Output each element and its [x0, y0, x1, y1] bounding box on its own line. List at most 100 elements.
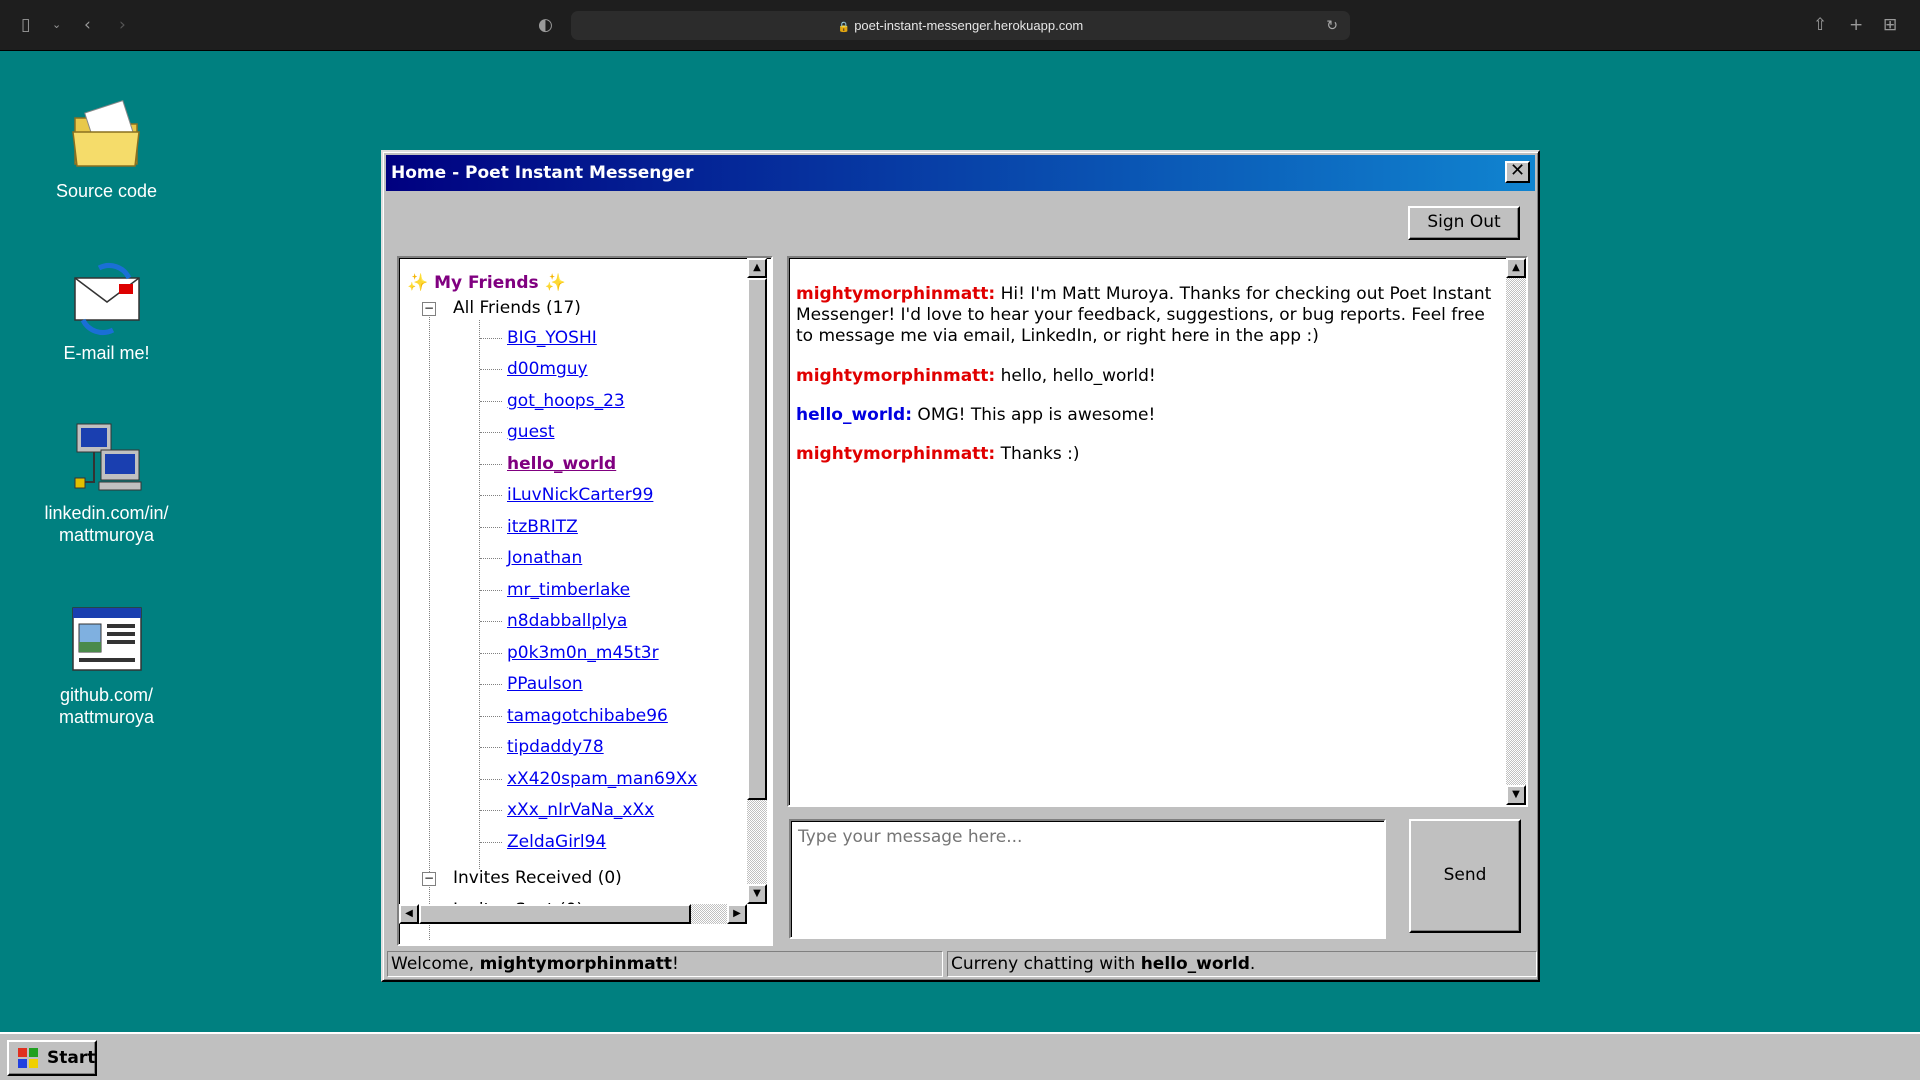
messenger-window: Home - Poet Instant Messenger ✕ Sign Out…	[381, 150, 1540, 982]
windows-logo-icon	[18, 1048, 38, 1068]
lock-icon: 🔒	[837, 22, 851, 33]
chat-message: mightymorphinmatt: Hi! I'm Matt Muroya. …	[796, 284, 1506, 347]
tree-branch	[480, 432, 502, 433]
privacy-shield-icon[interactable]: ◐	[538, 15, 553, 35]
status-chatting-suffix: .	[1249, 954, 1256, 974]
tree-branch	[480, 369, 502, 370]
start-label: Start	[47, 1048, 96, 1068]
forward-icon[interactable]: ›	[119, 15, 126, 35]
chat-log: mightymorphinmatt: Hi! I'm Matt Muroya. …	[787, 256, 1528, 807]
scroll-left-arrow-icon[interactable]: ◀	[399, 904, 419, 924]
chat-sender: hello_world:	[796, 405, 913, 425]
chat-text: OMG! This app is awesome!	[912, 405, 1156, 425]
friend-link[interactable]: guest	[507, 422, 555, 442]
tree-branch	[480, 747, 502, 748]
tree-branch	[480, 842, 502, 843]
tab-overview-icon[interactable]: ⊞	[1883, 15, 1897, 35]
chat-vertical-scrollbar[interactable]	[1506, 258, 1526, 805]
friend-link[interactable]: mr_timberlake	[507, 580, 630, 600]
friends-header: ✨ My Friends ✨	[407, 273, 566, 293]
friend-link[interactable]: tamagotchibabe96	[507, 706, 668, 726]
tree-branch	[480, 495, 502, 496]
chat-sender: mightymorphinmatt:	[796, 284, 996, 304]
friend-link[interactable]: xX420spam_man69Xx	[507, 769, 697, 789]
friend-link[interactable]: n8dabballplya	[507, 611, 627, 631]
share-icon[interactable]: ⇧	[1813, 15, 1827, 35]
chat-text: Thanks :)	[995, 444, 1080, 464]
status-chatting-prefix: Curreny chatting with	[951, 954, 1141, 974]
tree-branch	[480, 401, 502, 402]
sparkle-icon: ✨	[407, 273, 429, 293]
tree-branch	[480, 653, 502, 654]
status-welcome-suffix: !	[672, 954, 679, 974]
chevron-down-icon[interactable]: ⌄	[52, 15, 61, 35]
tree-branch	[480, 716, 502, 717]
chat-message: mightymorphinmatt: Thanks :)	[796, 444, 1506, 465]
scroll-down-arrow-icon[interactable]: ▼	[747, 884, 767, 904]
close-button[interactable]: ✕	[1505, 161, 1530, 183]
scrollbar-thumb[interactable]	[419, 904, 691, 924]
friend-link[interactable]: tipdaddy78	[507, 737, 604, 757]
email-icon	[73, 263, 140, 335]
desktop-icon-label: github.com/	[59, 685, 154, 705]
scroll-right-arrow-icon[interactable]: ▶	[727, 904, 747, 924]
chat-text: hello, hello_world!	[995, 366, 1156, 386]
new-tab-icon[interactable]: +	[1849, 15, 1863, 35]
start-button[interactable]: Start	[7, 1040, 97, 1076]
chat-message: mightymorphinmatt: hello, hello_world!	[796, 366, 1506, 387]
message-input[interactable]	[789, 819, 1386, 939]
desktop-icon-label: E-mail me!	[63, 343, 150, 363]
friend-link[interactable]: BIG_YOSHI	[507, 328, 597, 348]
friend-link[interactable]: Jonathan	[507, 548, 582, 568]
status-welcome: Welcome, mightymorphinmatt!	[387, 951, 943, 977]
friends-tree: ✨ My Friends ✨ − All Friends (17) BIG_YO…	[397, 256, 773, 946]
friend-link[interactable]: iLuvNickCarter99	[507, 485, 653, 505]
all-friends-group-label[interactable]: All Friends (17)	[453, 298, 581, 318]
window-titlebar[interactable]: Home - Poet Instant Messenger ✕	[386, 155, 1535, 191]
tree-branch	[480, 464, 502, 465]
url-text: poet-instant-messenger.herokuapp.com	[854, 18, 1084, 33]
collapse-toggle[interactable]: −	[422, 872, 436, 886]
scroll-up-arrow-icon[interactable]: ▲	[1506, 258, 1526, 278]
tree-branch	[480, 779, 502, 780]
status-username: mightymorphinmatt	[479, 954, 673, 974]
chat-message: hello_world: OMG! This app is awesome!	[796, 405, 1506, 426]
desktop-icon-label: linkedin.com/in/	[44, 503, 169, 523]
taskbar: Start	[0, 1032, 1920, 1080]
tree-branch	[480, 810, 502, 811]
sidebar-toggle-icon[interactable]: ▯	[21, 15, 30, 35]
address-bar[interactable]: 🔒 poet-instant-messenger.herokuapp.com ↻	[571, 11, 1350, 40]
tree-branch	[480, 527, 502, 528]
invites-received-label[interactable]: Invites Received (0)	[453, 868, 622, 888]
desktop-icon-linkedin[interactable]: linkedin.com/in/ mattmuroya	[30, 420, 183, 546]
tree-branch	[480, 590, 502, 591]
network-computers-icon	[74, 423, 141, 491]
friend-link[interactable]: PPaulson	[507, 674, 583, 694]
friend-link[interactable]: xXx_nIrVaNa_xXx	[507, 800, 654, 820]
tree-branch	[480, 621, 502, 622]
desktop-icon-email[interactable]: E-mail me!	[30, 260, 183, 364]
friend-link[interactable]: itzBRITZ	[507, 517, 578, 537]
scroll-down-arrow-icon[interactable]: ▼	[1506, 785, 1526, 805]
friend-link[interactable]: d00mguy	[507, 359, 588, 379]
friends-header-label: My Friends	[434, 273, 539, 293]
friend-link[interactable]: ZeldaGirl94	[507, 832, 606, 852]
window-title: Home - Poet Instant Messenger	[391, 163, 694, 183]
desktop-icon-label-line2: mattmuroya	[58, 525, 155, 545]
friend-link[interactable]: got_hoops_23	[507, 391, 625, 411]
desktop-icon-github[interactable]: github.com/ mattmuroya	[30, 602, 183, 728]
send-button[interactable]: Send	[1409, 819, 1521, 933]
collapse-toggle[interactable]: −	[422, 302, 436, 316]
scrollbar-thumb[interactable]	[747, 278, 767, 800]
status-chatting-with: hello_world	[1140, 954, 1250, 974]
friend-link[interactable]: p0k3m0n_m45t3r	[507, 643, 659, 663]
status-welcome-prefix: Welcome,	[391, 954, 480, 974]
reload-icon[interactable]: ↻	[1326, 11, 1338, 40]
browser-toolbar: ▯ ⌄ ‹ › ◐ 🔒 poet-instant-messenger.heroku…	[0, 0, 1920, 51]
desktop-icon-source-code[interactable]: Source code	[30, 98, 183, 202]
sign-out-button[interactable]: Sign Out	[1408, 206, 1520, 240]
tree-branch	[480, 558, 502, 559]
friend-link-active[interactable]: hello_world	[507, 454, 616, 474]
scroll-up-arrow-icon[interactable]: ▲	[747, 258, 767, 278]
back-icon[interactable]: ‹	[84, 15, 91, 35]
